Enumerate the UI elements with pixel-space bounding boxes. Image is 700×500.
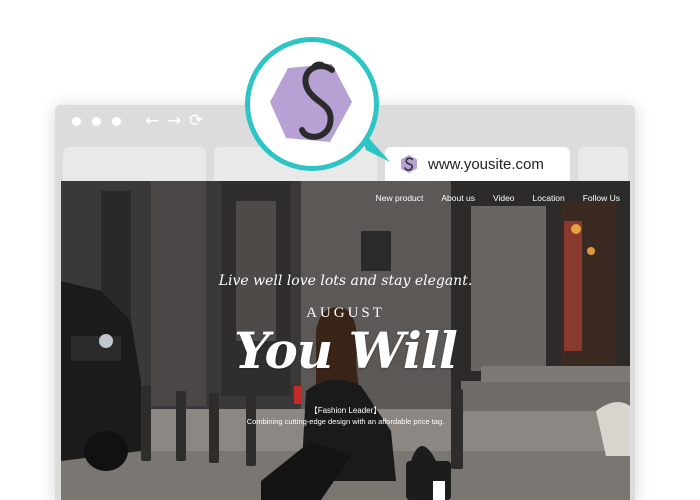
window-dot-1[interactable] bbox=[72, 117, 81, 126]
site-logo-icon bbox=[401, 155, 417, 173]
nav-follow-us[interactable]: Follow Us bbox=[583, 193, 620, 203]
window-dot-2[interactable] bbox=[92, 117, 101, 126]
hero-leader: 【Fashion Leader】 bbox=[309, 406, 382, 415]
site-nav: New product About us Video Location Foll… bbox=[376, 193, 620, 203]
nav-video[interactable]: Video bbox=[493, 193, 515, 203]
refresh-icon[interactable]: ⟳ bbox=[189, 110, 203, 132]
nav-new-product[interactable]: New product bbox=[376, 193, 424, 203]
site-logo-large-icon bbox=[270, 61, 352, 142]
nav-location[interactable]: Location bbox=[533, 193, 565, 203]
hero-description: Combining cutting-edge design with an af… bbox=[246, 417, 445, 426]
hero-script-title: You Will bbox=[234, 321, 458, 380]
browser-tab-1[interactable] bbox=[63, 147, 206, 181]
hero-tagline: Live well love lots and stay elegant. bbox=[218, 273, 473, 289]
forward-arrow-icon[interactable]: → bbox=[167, 110, 181, 132]
nav-about-us[interactable]: About us bbox=[441, 193, 475, 203]
browser-tab-3[interactable] bbox=[578, 147, 628, 181]
website-hero: New product About us Video Location Foll… bbox=[61, 181, 630, 500]
window-dot-3[interactable] bbox=[112, 117, 121, 126]
url-text: www.yousite.com bbox=[428, 155, 544, 173]
browser-tab-active[interactable]: www.yousite.com bbox=[385, 147, 570, 181]
logo-badge bbox=[245, 37, 379, 171]
back-arrow-icon[interactable]: ← bbox=[145, 110, 159, 132]
hero-month: AUGUST bbox=[306, 305, 385, 321]
